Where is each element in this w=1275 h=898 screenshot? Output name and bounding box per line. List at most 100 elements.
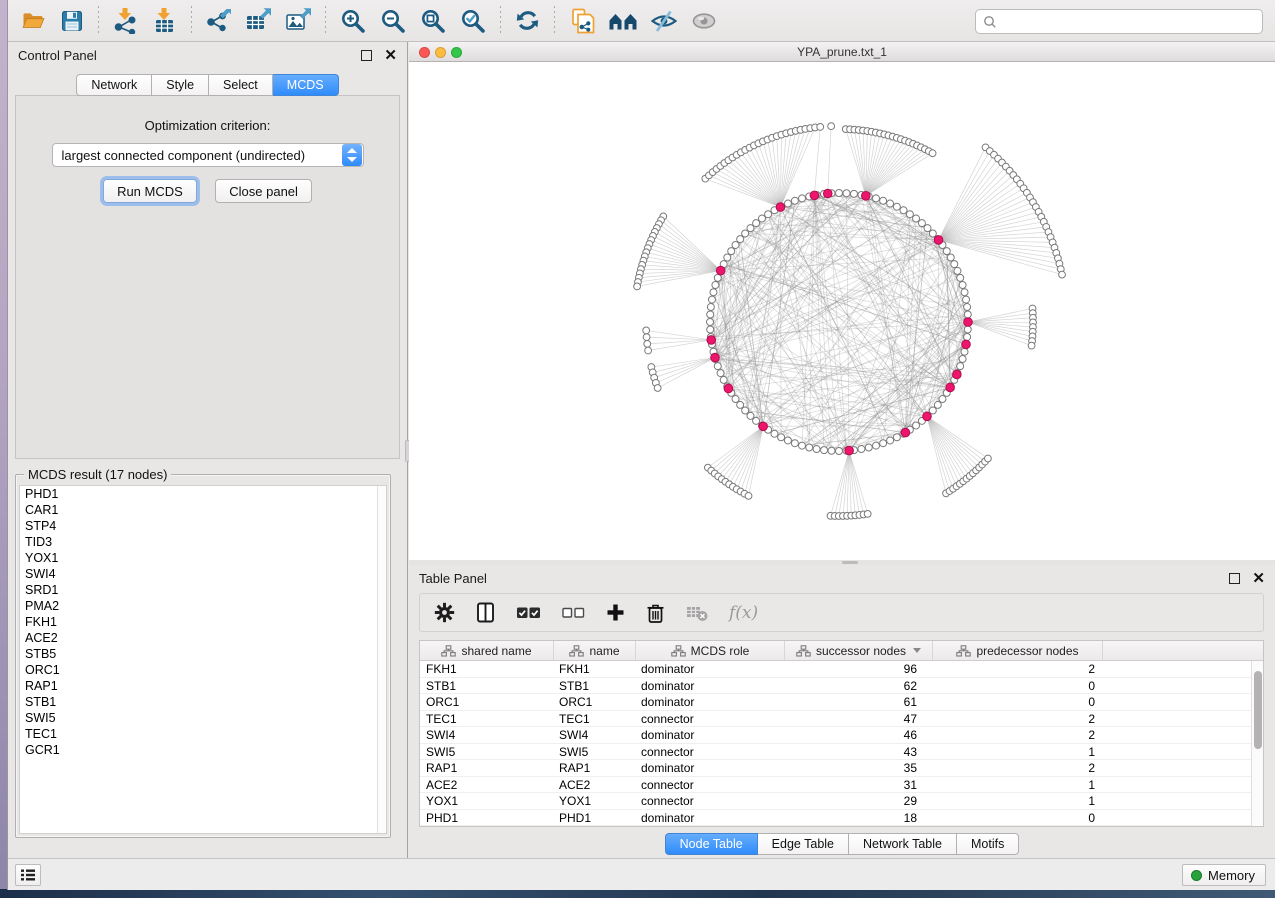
mcds-result-item[interactable]: PHD1 [20, 486, 386, 502]
table-cell[interactable]: dominator [636, 727, 785, 743]
tab-motifs[interactable]: Motifs [957, 833, 1019, 855]
mcds-list-scrollbar[interactable] [377, 486, 386, 833]
table-cell[interactable]: 46 [785, 727, 933, 743]
table-cell[interactable]: RAP1 [554, 760, 636, 776]
table-cell[interactable]: 0 [933, 678, 1103, 694]
table-cell[interactable]: 0 [933, 694, 1103, 710]
table-row[interactable]: SWI5SWI5connector431 [420, 744, 1263, 761]
mcds-result-list[interactable]: PHD1CAR1STP4TID3YOX1SWI4SRD1PMA2FKH1ACE2… [19, 485, 387, 834]
table-row[interactable]: TEC1TEC1connector472 [420, 711, 1263, 728]
zoom-out-button[interactable] [373, 2, 413, 40]
import-table-button[interactable] [145, 2, 184, 40]
save-session-button[interactable] [53, 2, 91, 40]
refresh-button[interactable] [508, 2, 547, 40]
table-cell[interactable]: ACE2 [420, 777, 554, 793]
network-canvas[interactable] [409, 62, 1275, 560]
select-all-button[interactable] [516, 598, 541, 628]
tab-network-table[interactable]: Network Table [849, 833, 957, 855]
table-cell[interactable]: dominator [636, 694, 785, 710]
table-cell[interactable]: 2 [933, 711, 1103, 727]
table-cell[interactable]: 31 [785, 777, 933, 793]
float-panel-icon[interactable] [1229, 573, 1240, 584]
hide-selected-button[interactable] [644, 2, 684, 40]
table-cell[interactable]: STB1 [420, 678, 554, 694]
table-cell[interactable]: FKH1 [420, 661, 554, 677]
table-row[interactable]: ACE2ACE2connector311 [420, 777, 1263, 794]
column-header-successor-nodes[interactable]: successor nodes [785, 641, 933, 660]
deselect-all-button[interactable] [562, 598, 585, 628]
column-header-predecessor-nodes[interactable]: predecessor nodes [933, 641, 1103, 660]
table-cell[interactable]: 2 [933, 661, 1103, 677]
column-header-mcds-role[interactable]: MCDS role [636, 641, 785, 660]
tab-network[interactable]: Network [76, 74, 152, 96]
table-cell[interactable]: 61 [785, 694, 933, 710]
run-mcds-button[interactable]: Run MCDS [103, 179, 197, 203]
horizontal-splitter-grip[interactable] [842, 561, 858, 564]
column-header-name[interactable]: name [554, 641, 636, 660]
table-cell[interactable]: SWI5 [420, 744, 554, 760]
export-table-button[interactable] [238, 2, 278, 40]
window-maximize-light[interactable] [451, 47, 462, 58]
window-minimize-light[interactable] [435, 47, 446, 58]
mcds-result-item[interactable]: STB5 [20, 646, 386, 662]
table-cell[interactable]: TEC1 [554, 711, 636, 727]
add-row-button[interactable] [606, 598, 625, 628]
export-image-button[interactable] [278, 2, 318, 40]
mcds-result-item[interactable]: STB1 [20, 694, 386, 710]
table-cell[interactable]: 96 [785, 661, 933, 677]
list-mode-button[interactable] [15, 864, 41, 886]
tab-node-table[interactable]: Node Table [665, 833, 758, 855]
memory-button[interactable]: Memory [1182, 864, 1266, 886]
optimization-criterion-select[interactable]: largest connected component (undirected) [52, 143, 364, 167]
tab-mcds[interactable]: MCDS [273, 74, 339, 96]
table-row[interactable]: FKH1FKH1dominator962 [420, 661, 1263, 678]
table-cell[interactable]: 29 [785, 793, 933, 809]
network-window-titlebar[interactable]: YPA_prune.txt_1 [409, 42, 1275, 62]
table-cell[interactable]: 0 [933, 810, 1103, 826]
table-cell[interactable]: dominator [636, 760, 785, 776]
zoom-selected-button[interactable] [453, 2, 493, 40]
column-header-shared-name[interactable]: shared name [420, 641, 554, 660]
table-cell[interactable]: 35 [785, 760, 933, 776]
mcds-result-item[interactable]: GCR1 [20, 742, 386, 758]
table-cell[interactable]: PHD1 [554, 810, 636, 826]
zoom-fit-button[interactable] [413, 2, 453, 40]
import-network-button[interactable] [106, 2, 145, 40]
search-box[interactable] [975, 9, 1263, 34]
table-cell[interactable]: 43 [785, 744, 933, 760]
table-cell[interactable]: FKH1 [554, 661, 636, 677]
table-cell[interactable]: ORC1 [554, 694, 636, 710]
delete-button[interactable] [646, 598, 665, 628]
settings-gear-button[interactable] [434, 598, 455, 628]
first-neighbors-button[interactable] [602, 2, 644, 40]
table-cell[interactable]: connector [636, 744, 785, 760]
search-input[interactable] [998, 14, 1262, 29]
close-panel-icon[interactable]: ✕ [1252, 573, 1265, 584]
table-cell[interactable]: dominator [636, 678, 785, 694]
table-cell[interactable]: STB1 [554, 678, 636, 694]
mcds-result-item[interactable]: RAP1 [20, 678, 386, 694]
tab-style[interactable]: Style [152, 74, 209, 96]
export-network-button[interactable] [199, 2, 238, 40]
table-row[interactable]: STB1STB1dominator620 [420, 678, 1263, 695]
table-cell[interactable]: TEC1 [420, 711, 554, 727]
mcds-result-item[interactable]: PMA2 [20, 598, 386, 614]
table-row[interactable]: PHD1PHD1dominator180 [420, 810, 1263, 827]
table-cell[interactable]: ACE2 [554, 777, 636, 793]
function-builder-icon[interactable]: f(x) [729, 603, 758, 623]
tab-select[interactable]: Select [209, 74, 273, 96]
table-cell[interactable]: 2 [933, 727, 1103, 743]
table-cell[interactable]: YOX1 [420, 793, 554, 809]
table-cell[interactable]: RAP1 [420, 760, 554, 776]
table-cell[interactable]: connector [636, 793, 785, 809]
table-cell[interactable]: 62 [785, 678, 933, 694]
tab-edge-table[interactable]: Edge Table [758, 833, 849, 855]
table-cell[interactable]: SWI4 [554, 727, 636, 743]
table-row[interactable]: ORC1ORC1dominator610 [420, 694, 1263, 711]
mcds-result-item[interactable]: ORC1 [20, 662, 386, 678]
table-cell[interactable]: connector [636, 777, 785, 793]
mcds-result-item[interactable]: CAR1 [20, 502, 386, 518]
table-cell[interactable]: PHD1 [420, 810, 554, 826]
close-panel-icon[interactable]: ✕ [384, 50, 397, 61]
table-cell[interactable]: dominator [636, 810, 785, 826]
